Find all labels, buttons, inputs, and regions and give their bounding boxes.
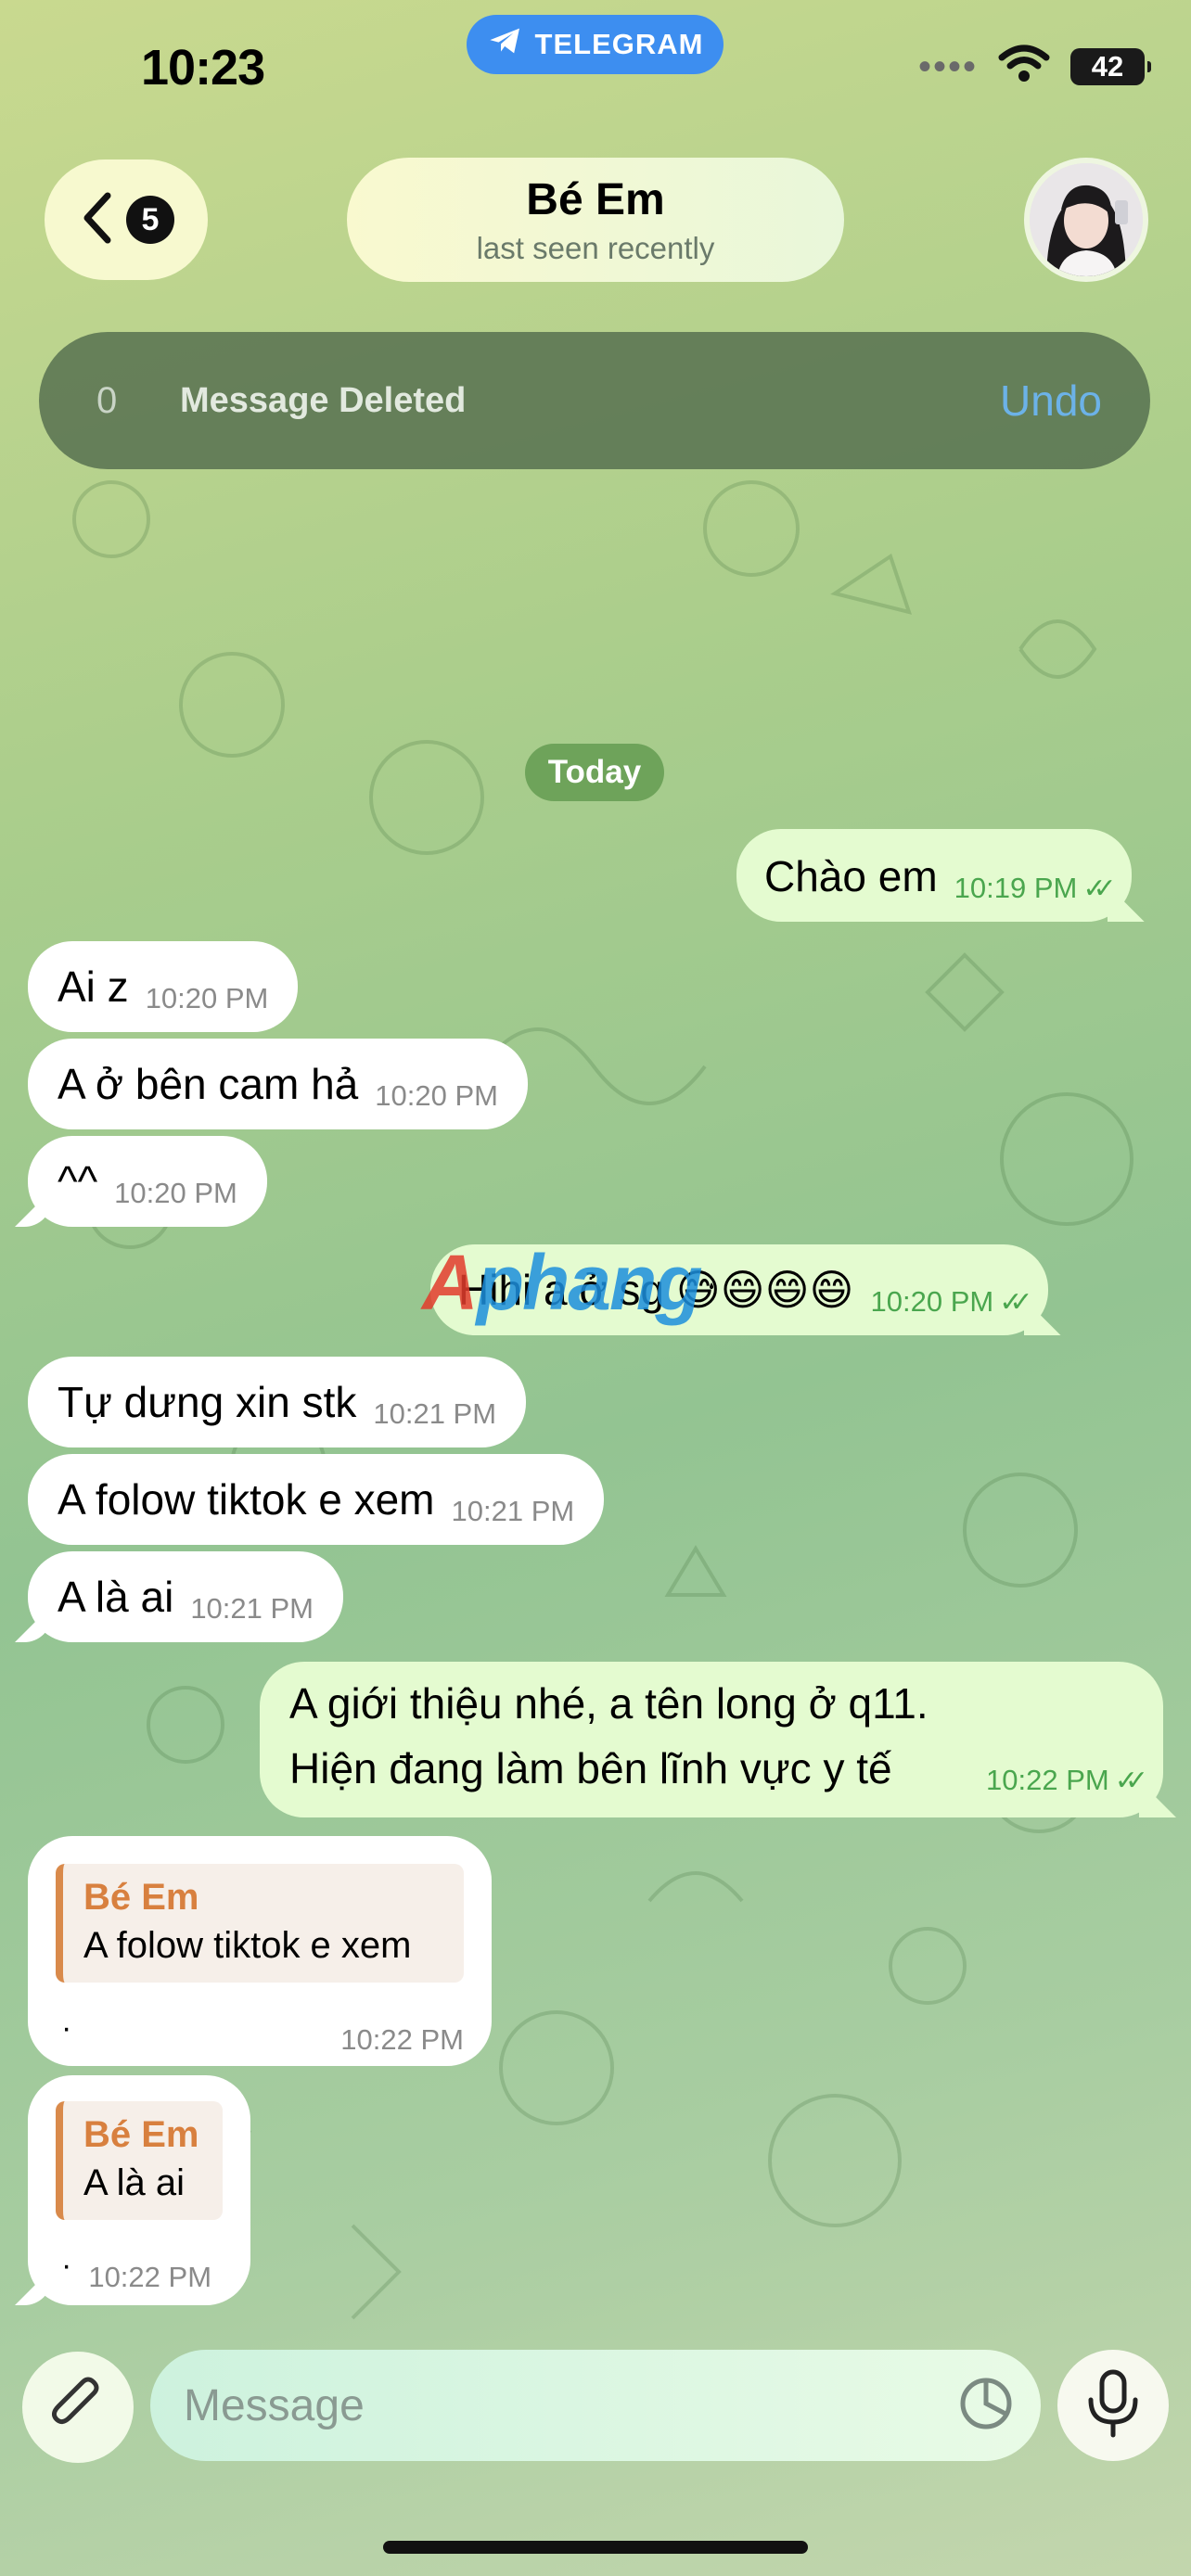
chat-status: last seen recently <box>476 230 715 265</box>
double-check-icon: ✓✓ <box>1114 1765 1148 1796</box>
message-time: 10:22 PM <box>88 2261 212 2293</box>
message-text: A là ai <box>58 1573 174 1621</box>
time-label: 10:20 PM <box>870 1285 994 1318</box>
watermark-part: A <box>422 1239 479 1326</box>
sticker-icon[interactable] <box>957 2375 1015 2437</box>
telegram-icon <box>487 22 524 67</box>
reply-quote[interactable]: Bé Em A folow tiktok e xem <box>56 1864 464 1983</box>
time-label: 10:19 PM <box>954 872 1078 904</box>
status-time: 10:23 <box>141 40 265 96</box>
message-time: 10:19 PM ✓✓ <box>954 872 1117 909</box>
message-bubble-in-reply[interactable]: Bé Em A là ai · 10:22 PM <box>28 2075 250 2305</box>
message-footer: · 10:22 PM <box>56 2233 223 2298</box>
double-check-icon: ✓✓ <box>1082 873 1116 904</box>
cellular-signal-icon: •••• <box>917 45 978 87</box>
message-text: Chào em <box>764 852 938 900</box>
message-time: 10:20 PM <box>114 1177 237 1209</box>
message-time: 10:22 PM <box>340 2023 464 2056</box>
reply-text: A folow tiktok e xem <box>83 1925 412 1966</box>
message-footer: · 10:22 PM <box>56 1996 464 2060</box>
reply-author: Bé Em <box>83 1877 199 1918</box>
home-indicator <box>383 2541 808 2554</box>
message-bubble-in[interactable]: A ở bên cam hả 10:20 PM <box>28 1039 528 1129</box>
unread-count-badge: 5 <box>126 196 174 244</box>
undo-button[interactable]: Undo <box>1000 376 1102 426</box>
message-time: 10:20 PM <box>145 982 269 1014</box>
message-input-container[interactable] <box>150 2350 1041 2461</box>
message-text: A giới thiệu nhé, a tên long ở q11. Hiện… <box>289 1671 969 1801</box>
message-time: 10:20 PM ✓✓ <box>870 1285 1033 1322</box>
message-time: 10:22 PM ✓✓ <box>986 1764 1148 1801</box>
reply-text: A là ai <box>83 2162 185 2203</box>
watermark-part: phang <box>476 1239 703 1326</box>
voice-record-button[interactable] <box>1057 2350 1169 2461</box>
microphone-icon <box>1083 2368 1143 2443</box>
message-line: A giới thiệu nhé, a tên long ở q11. <box>289 1679 928 1728</box>
message-text: Ai z <box>58 963 129 1011</box>
message-text: ^^ <box>58 1157 98 1205</box>
time-label: 10:22 PM <box>986 1764 1109 1796</box>
chat-title[interactable]: Bé Em last seen recently <box>347 158 844 282</box>
reply-author: Bé Em <box>83 2114 199 2155</box>
day-separator: Today <box>525 744 664 801</box>
watermark-logo: Aphang <box>422 1238 703 1328</box>
message-time: 10:20 PM <box>375 1079 498 1112</box>
message-text: A folow tiktok e xem <box>58 1475 435 1524</box>
chevron-left-icon <box>78 190 115 250</box>
message-bubble-in-reply[interactable]: Bé Em A folow tiktok e xem · 10:22 PM <box>28 1836 492 2066</box>
message-text: Tự dưng xin stk <box>58 1378 357 1426</box>
message-bubble-in[interactable]: Ai z 10:20 PM <box>28 941 299 1032</box>
back-button[interactable]: 5 <box>45 159 208 280</box>
message-bubble-in[interactable]: A folow tiktok e xem 10:21 PM <box>28 1454 605 1545</box>
message-time: 10:21 PM <box>373 1397 497 1430</box>
battery-icon: 42 <box>1070 47 1151 85</box>
message-bubble-out[interactable]: Chào em 10:19 PM ✓✓ <box>736 829 1132 922</box>
message-bubble-in[interactable]: ^^ 10:20 PM <box>28 1136 267 1227</box>
message-bubble-in[interactable]: Tự dưng xin stk 10:21 PM <box>28 1357 527 1447</box>
undo-countdown: 0 <box>96 379 118 421</box>
message-text: A ở bên cam hả <box>58 1060 359 1108</box>
message-text: · <box>61 2010 72 2046</box>
toast-message: Message Deleted <box>180 380 467 420</box>
telegram-return-pill[interactable]: TELEGRAM <box>467 15 724 74</box>
telegram-pill-label: TELEGRAM <box>534 28 704 60</box>
message-bubble-out[interactable]: A giới thiệu nhé, a tên long ở q11. Hiện… <box>260 1662 1163 1817</box>
attach-button[interactable] <box>22 2352 134 2463</box>
message-text: · <box>61 2248 72 2283</box>
reply-quote[interactable]: Bé Em A là ai <box>56 2101 223 2220</box>
avatar[interactable] <box>1024 158 1148 282</box>
double-check-icon: ✓✓ <box>999 1286 1032 1318</box>
message-time: 10:21 PM <box>190 1592 314 1625</box>
message-line: Hiện đang làm bên lĩnh vực y tế <box>289 1744 892 1792</box>
paperclip-icon <box>45 2373 110 2442</box>
message-time: 10:21 PM <box>451 1495 575 1527</box>
status-indicators: •••• 42 <box>917 45 1151 88</box>
message-deleted-toast: 0 Message Deleted Undo <box>39 332 1150 469</box>
message-input[interactable] <box>184 2379 957 2431</box>
chat-name: Bé Em <box>526 174 665 224</box>
wifi-icon <box>998 45 1050 88</box>
message-bubble-in[interactable]: A là ai 10:21 PM <box>28 1551 344 1642</box>
